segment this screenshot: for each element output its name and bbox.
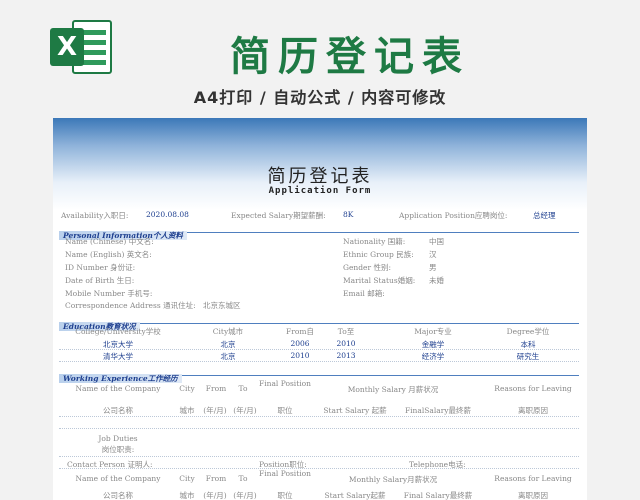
job-duties-label: Job Duties	[98, 434, 138, 443]
banner-title: 简历登记表	[230, 34, 470, 80]
resume-form: 简历登记表 Application Form Availability入职日: …	[53, 118, 587, 500]
banner: X 简历登记表 A4打印 / 自动公式 / 内容可修改	[0, 0, 640, 118]
position-value[interactable]: 总经理	[533, 210, 556, 221]
mobile-label: Mobile Number 手机号:	[65, 289, 153, 298]
edu-row1-to[interactable]: 2010	[321, 339, 371, 348]
form-title: 简历登记表	[267, 166, 373, 187]
excel-icon: X	[50, 18, 114, 76]
work-row-divider	[59, 456, 579, 457]
work-col-from-cn: (年/月)	[203, 406, 227, 415]
excel-icon-letter: X	[50, 28, 84, 66]
work2-col-city: City	[179, 474, 195, 483]
work-row-divider	[59, 468, 579, 469]
work-col-city-cn: 城市	[179, 406, 195, 415]
edu-col-from: From自	[286, 327, 314, 336]
marital-value[interactable]: 未婚	[429, 275, 444, 286]
work-col-reasons: Reasons for Leaving	[494, 384, 572, 393]
work-col-to-cn: (年/月)	[233, 406, 257, 415]
gender-label: Gender 性别:	[343, 263, 391, 272]
work-row-divider	[59, 428, 579, 429]
work2-col-company: Name of the Company	[75, 474, 161, 483]
work-col-from: From	[205, 384, 227, 393]
work2-col-city-cn: 城市	[179, 491, 195, 500]
work-col-company: Name of the Company	[75, 384, 161, 393]
work2-col-to-cn: (年/月)	[233, 491, 257, 500]
work-col-city: City	[179, 384, 195, 393]
gender-value[interactable]: 男	[429, 262, 437, 273]
work2-col-reasons-cn: 离职原因	[518, 491, 548, 500]
name-cn-label: Name (Chinese) 中文名:	[65, 237, 154, 246]
form-subtitle: Application Form	[268, 186, 372, 196]
ethnic-value[interactable]: 汉	[429, 249, 437, 260]
availability-label: Availability入职日:	[61, 211, 129, 220]
edu-col-major: Major专业	[414, 327, 452, 336]
work-col-final-salary: FinalSalary最终薪	[404, 406, 472, 415]
work2-col-reasons: Reasons for Leaving	[494, 474, 572, 483]
email-label: Email 邮箱:	[343, 289, 385, 298]
expected-salary-value[interactable]: 8K	[343, 210, 353, 219]
work-col-position-cn: 职位	[277, 406, 293, 415]
section-work-title: Working Experience工作经历	[59, 374, 182, 383]
edu-col-school: College/University学校	[75, 327, 161, 336]
ethnic-label: Ethnic Group 民族:	[343, 250, 414, 259]
availability-value[interactable]: 2020.08.08	[146, 210, 189, 219]
work2-col-from: From	[205, 474, 227, 483]
work-col-company-cn: 公司名称	[103, 406, 133, 415]
work2-col-start-salary: Start Salary起薪	[324, 491, 386, 500]
work2-col-salary: Monthly Salary月薪状况	[348, 475, 438, 484]
work-col-reasons-cn: 离职原因	[518, 406, 548, 415]
nationality-label: Nationality 国籍:	[343, 237, 406, 246]
name-en-label: Name (English) 英文名:	[65, 250, 152, 259]
edu-col-degree: Degree学位	[506, 327, 550, 336]
work-col-to: To	[238, 384, 248, 393]
work-col-salary: Monthly Salary 月薪状况	[347, 385, 439, 394]
work-col-final-position: Final Position	[259, 379, 311, 388]
edu-col-to: To至	[337, 327, 355, 336]
work2-col-final-salary: Final Salary最终薪	[403, 491, 473, 500]
work2-col-to: To	[238, 474, 248, 483]
work2-col-final-position: Final Position	[259, 469, 311, 478]
work-row-divider	[59, 416, 579, 417]
section-work: Working Experience工作经历	[59, 366, 579, 383]
address-label: Correspondence Address 通讯住址:	[65, 301, 196, 310]
job-duties-label-cn: 岗位职责:	[101, 445, 135, 454]
work2-col-position-cn: 职位	[277, 491, 293, 500]
edu-row-divider	[59, 361, 579, 362]
dob-label: Date of Birth 生日:	[65, 276, 135, 285]
banner-subtitle: A4打印 / 自动公式 / 内容可修改	[193, 88, 447, 107]
edu-row-divider	[59, 349, 579, 350]
work-col-start-salary: Start Salary 起薪	[323, 406, 387, 415]
edu-row2-to[interactable]: 2013	[321, 351, 371, 360]
edu-row2-from[interactable]: 2010	[275, 351, 325, 360]
section-education: Education教育状况	[59, 314, 579, 331]
marital-label: Marital Status婚姻:	[343, 276, 416, 285]
work2-col-from-cn: (年/月)	[203, 491, 227, 500]
id-number-label: ID Number 身份证:	[65, 263, 136, 272]
section-personal-info: Personal Information个人资料	[59, 223, 579, 240]
edu-row1-from[interactable]: 2006	[275, 339, 325, 348]
position-label: Application Position应聘岗位:	[399, 211, 508, 220]
expected-salary-label: Expected Salary期望薪酬:	[231, 211, 326, 220]
address-value[interactable]: 北京东城区	[203, 300, 241, 311]
edu-col-city: City城市	[212, 327, 244, 336]
nationality-value[interactable]: 中国	[429, 236, 444, 247]
work2-col-company-cn: 公司名称	[103, 491, 133, 500]
